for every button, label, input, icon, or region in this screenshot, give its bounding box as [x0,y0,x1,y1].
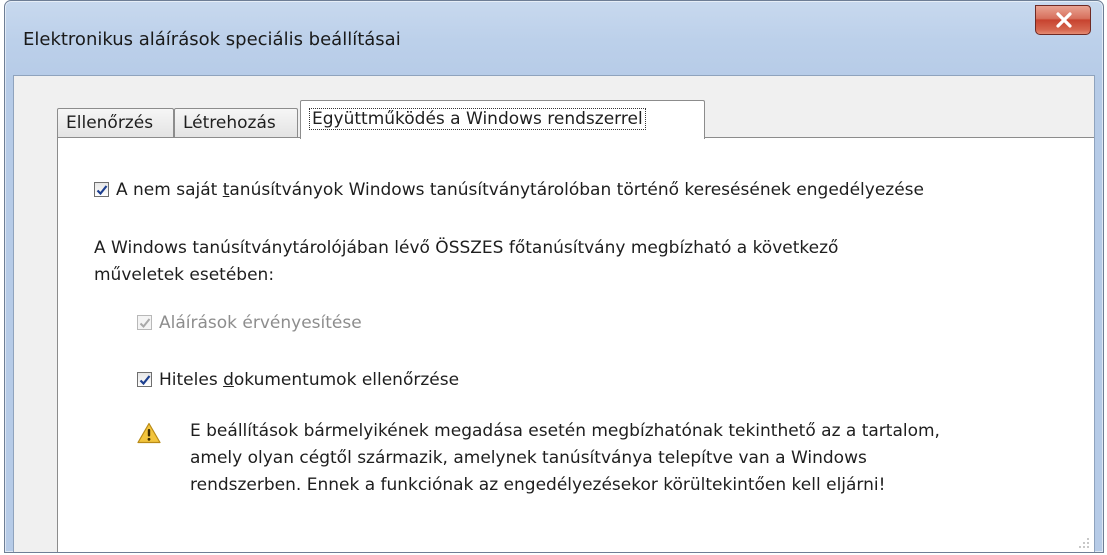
trust-description: A Windows tanúsítványtárolójában lévő ÖS… [94,238,839,285]
search-windows-store-option[interactable]: A nem saját tanúsítványok Windows tanúsí… [94,180,924,200]
tab-label: Ellenőrzés [66,113,154,133]
tab-egyuttmukodes-windows[interactable]: Együttműködés a Windows rendszerrel [300,100,705,139]
validate-signatures-option: Aláírások érvényesítése [137,313,362,333]
search-windows-store-label: A nem saját tanúsítványok Windows tanúsí… [116,180,924,200]
tab-label: Együttműködés a Windows rendszerrel [309,108,646,130]
tab-letrehozas[interactable]: Létrehozás [174,108,298,138]
warning-icon [137,422,161,444]
tab-panel: A nem saját tanúsítványok Windows tanúsí… [57,137,1094,552]
close-button[interactable] [1035,5,1091,35]
resize-grip-icon[interactable] [1078,537,1090,549]
validate-signatures-checkbox [137,315,152,330]
title-bar[interactable]: Elektronikus aláírások speciális beállít… [5,1,1103,75]
checkmark-icon [139,375,151,386]
close-icon [1056,12,1072,28]
dialog-window: Elektronikus aláírások speciális beállít… [4,0,1104,553]
window-title: Elektronikus aláírások speciális beállít… [23,29,401,50]
warning-text: E beállítások bármelyikének megadása ese… [190,421,940,495]
certified-documents-option[interactable]: Hiteles dokumentumok ellenőrzése [137,370,459,390]
certified-documents-checkbox[interactable] [137,372,152,387]
dialog-client-area: Ellenőrzés Létrehozás Együttműködés a Wi… [13,75,1095,552]
validate-signatures-label: Aláírások érvényesítése [159,313,362,333]
certified-documents-label: Hiteles dokumentumok ellenőrzése [159,370,460,390]
tab-label: Létrehozás [183,113,276,133]
search-windows-store-checkbox[interactable] [94,182,109,197]
tab-ellenorzes[interactable]: Ellenőrzés [57,108,174,138]
checkmark-icon [139,318,151,328]
checkmark-icon [96,185,108,196]
